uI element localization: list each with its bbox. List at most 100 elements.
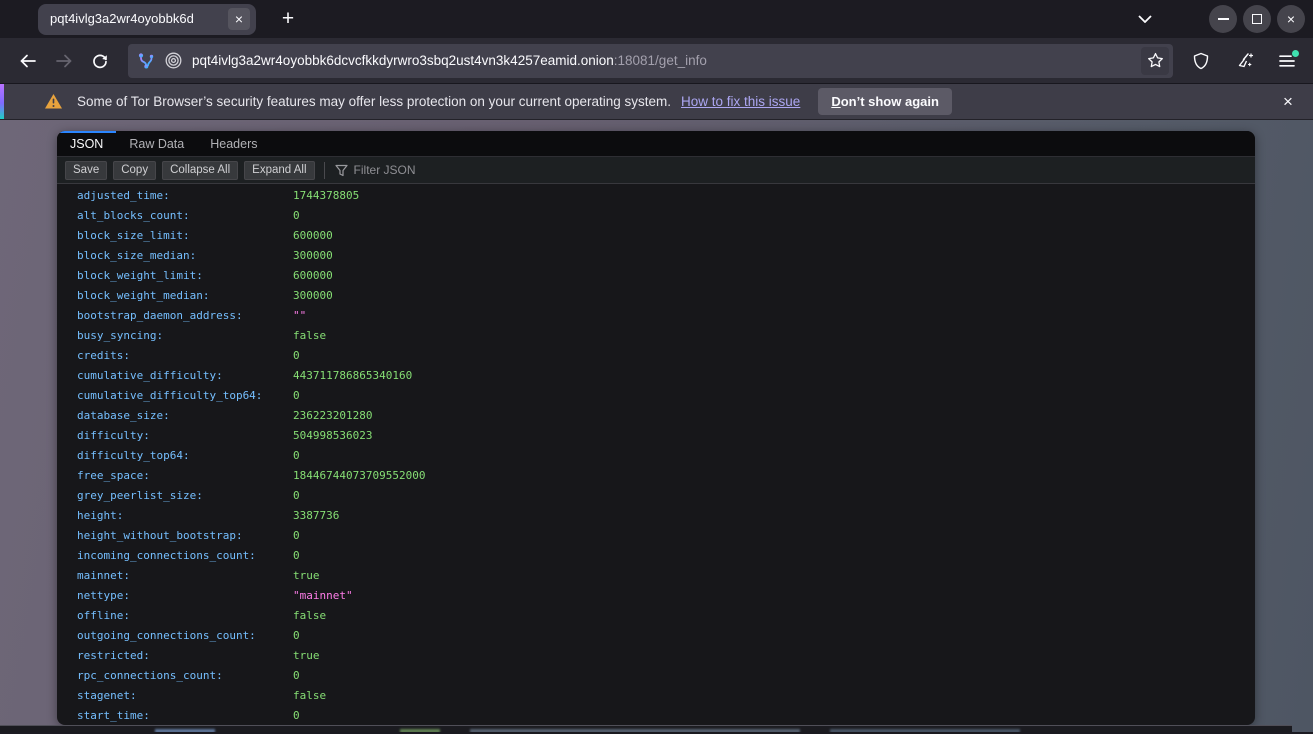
json-key[interactable]: height_without_bootstrap: [77, 526, 293, 546]
back-button[interactable] [12, 45, 44, 77]
json-key[interactable]: rpc_connections_count: [77, 666, 293, 686]
reload-button[interactable] [84, 45, 116, 77]
json-value: 600000 [293, 226, 333, 246]
json-value: true [293, 566, 320, 586]
json-key[interactable]: block_weight_median: [77, 286, 293, 306]
json-value: "mainnet" [293, 586, 353, 606]
json-value: 1744378805 [293, 186, 359, 206]
navigation-toolbar: pqt4ivlg3a2wr4oyobbk6dcvcfkkdyrwro3sbq2u… [0, 38, 1313, 84]
expand-all-button[interactable]: Expand All [244, 161, 314, 180]
json-key[interactable]: difficulty_top64: [77, 446, 293, 466]
json-value: 0 [293, 666, 300, 686]
json-key[interactable]: block_size_median: [77, 246, 293, 266]
background-window-strip [0, 725, 1292, 732]
browser-tab[interactable]: pqt4ivlg3a2wr4oyobbk6d × [38, 4, 256, 35]
json-key[interactable]: cumulative_difficulty_top64: [77, 386, 293, 406]
background-window-text [470, 729, 800, 732]
json-key[interactable]: cumulative_difficulty: [77, 366, 293, 386]
json-key[interactable]: block_weight_limit: [77, 266, 293, 286]
window-minimize-button[interactable] [1209, 5, 1237, 33]
json-key[interactable]: height: [77, 506, 293, 526]
json-row: adjusted_time:1744378805 [57, 186, 1255, 206]
new-identity-button[interactable] [1229, 45, 1261, 77]
back-icon [20, 54, 36, 68]
json-value: 0 [293, 706, 300, 725]
menu-notification-badge [1292, 50, 1299, 57]
collapse-all-button[interactable]: Collapse All [162, 161, 238, 180]
reload-icon [92, 53, 108, 69]
tab-json[interactable]: JSON [57, 131, 116, 156]
json-key[interactable]: difficulty: [77, 426, 293, 446]
json-key[interactable]: alt_blocks_count: [77, 206, 293, 226]
tab-headers[interactable]: Headers [197, 131, 270, 156]
forward-button[interactable] [48, 45, 80, 77]
window-close-button[interactable]: × [1277, 5, 1305, 33]
url-host: pqt4ivlg3a2wr4oyobbk6dcvcfkkdyrwro3sbq2u… [192, 53, 614, 68]
json-row: rpc_connections_count:0 [57, 666, 1255, 686]
json-row: start_time:0 [57, 706, 1255, 725]
json-key[interactable]: outgoing_connections_count: [77, 626, 293, 646]
json-key[interactable]: grey_peerlist_size: [77, 486, 293, 506]
json-key[interactable]: adjusted_time: [77, 186, 293, 206]
notification-close-icon[interactable]: × [1275, 89, 1301, 115]
json-row: height_without_bootstrap:0 [57, 526, 1255, 546]
new-tab-icon: + [282, 7, 294, 31]
forward-icon [56, 54, 72, 68]
tab-title: pqt4ivlg3a2wr4oyobbk6d [50, 10, 224, 28]
json-value: 0 [293, 206, 300, 226]
url-text[interactable]: pqt4ivlg3a2wr4oyobbk6dcvcfkkdyrwro3sbq2u… [192, 53, 1141, 68]
url-bar[interactable]: pqt4ivlg3a2wr4oyobbk6dcvcfkkdyrwro3sbq2u… [128, 44, 1173, 78]
list-all-tabs-button[interactable] [1131, 5, 1159, 33]
chevron-down-icon [1138, 15, 1152, 23]
background-window-text [155, 729, 215, 732]
onion-site-icon[interactable] [165, 52, 182, 69]
notification-bar: Some of Tor Browser’s security features … [0, 84, 1313, 120]
new-tab-button[interactable]: + [274, 5, 302, 33]
json-key[interactable]: nettype: [77, 586, 293, 606]
how-to-fix-link[interactable]: How to fix this issue [681, 94, 800, 109]
json-key[interactable]: stagenet: [77, 686, 293, 706]
tor-circuit-icon[interactable] [138, 52, 155, 70]
json-row: busy_syncing:false [57, 326, 1255, 346]
save-button[interactable]: Save [65, 161, 107, 180]
json-value: false [293, 606, 326, 626]
json-key[interactable]: start_time: [77, 706, 293, 725]
dont-show-again-button[interactable]: Don’t show again [818, 88, 952, 115]
json-row: block_weight_limit:600000 [57, 266, 1255, 286]
json-key[interactable]: bootstrap_daemon_address: [77, 306, 293, 326]
tab-close-icon[interactable]: × [228, 8, 250, 30]
json-key[interactable]: block_size_limit: [77, 226, 293, 246]
background-window-text [400, 729, 440, 732]
window-maximize-icon [1252, 14, 1262, 24]
app-menu-button[interactable] [1271, 45, 1303, 77]
security-level-button[interactable] [1185, 45, 1217, 77]
json-viewer-panel: JSON Raw Data Headers Save Copy Collapse… [57, 131, 1255, 725]
dont-show-again-label: Don’t show again [831, 94, 939, 109]
json-row: restricted:true [57, 646, 1255, 666]
toolbar-separator [324, 162, 325, 179]
json-value: 443711786865340160 [293, 366, 412, 386]
shield-icon [1193, 52, 1209, 70]
json-value: 236223201280 [293, 406, 372, 426]
bookmark-button[interactable] [1141, 47, 1169, 75]
star-icon [1147, 52, 1164, 69]
filter-icon [335, 164, 348, 177]
filter-json-input[interactable] [354, 163, 654, 177]
window-close-icon: × [1287, 11, 1295, 27]
json-key[interactable]: busy_syncing: [77, 326, 293, 346]
json-key[interactable]: credits: [77, 346, 293, 366]
json-key[interactable]: free_space: [77, 466, 293, 486]
json-key[interactable]: offline: [77, 606, 293, 626]
json-value: 504998536023 [293, 426, 372, 446]
json-key[interactable]: restricted: [77, 646, 293, 666]
json-key[interactable]: database_size: [77, 406, 293, 426]
window-maximize-button[interactable] [1243, 5, 1271, 33]
json-key[interactable]: mainnet: [77, 566, 293, 586]
json-value: 300000 [293, 246, 333, 266]
url-path: :18081/get_info [614, 53, 707, 68]
json-row: outgoing_connections_count:0 [57, 626, 1255, 646]
tab-raw-data[interactable]: Raw Data [116, 131, 197, 156]
json-row: block_weight_median:300000 [57, 286, 1255, 306]
copy-button[interactable]: Copy [113, 161, 156, 180]
json-key[interactable]: incoming_connections_count: [77, 546, 293, 566]
